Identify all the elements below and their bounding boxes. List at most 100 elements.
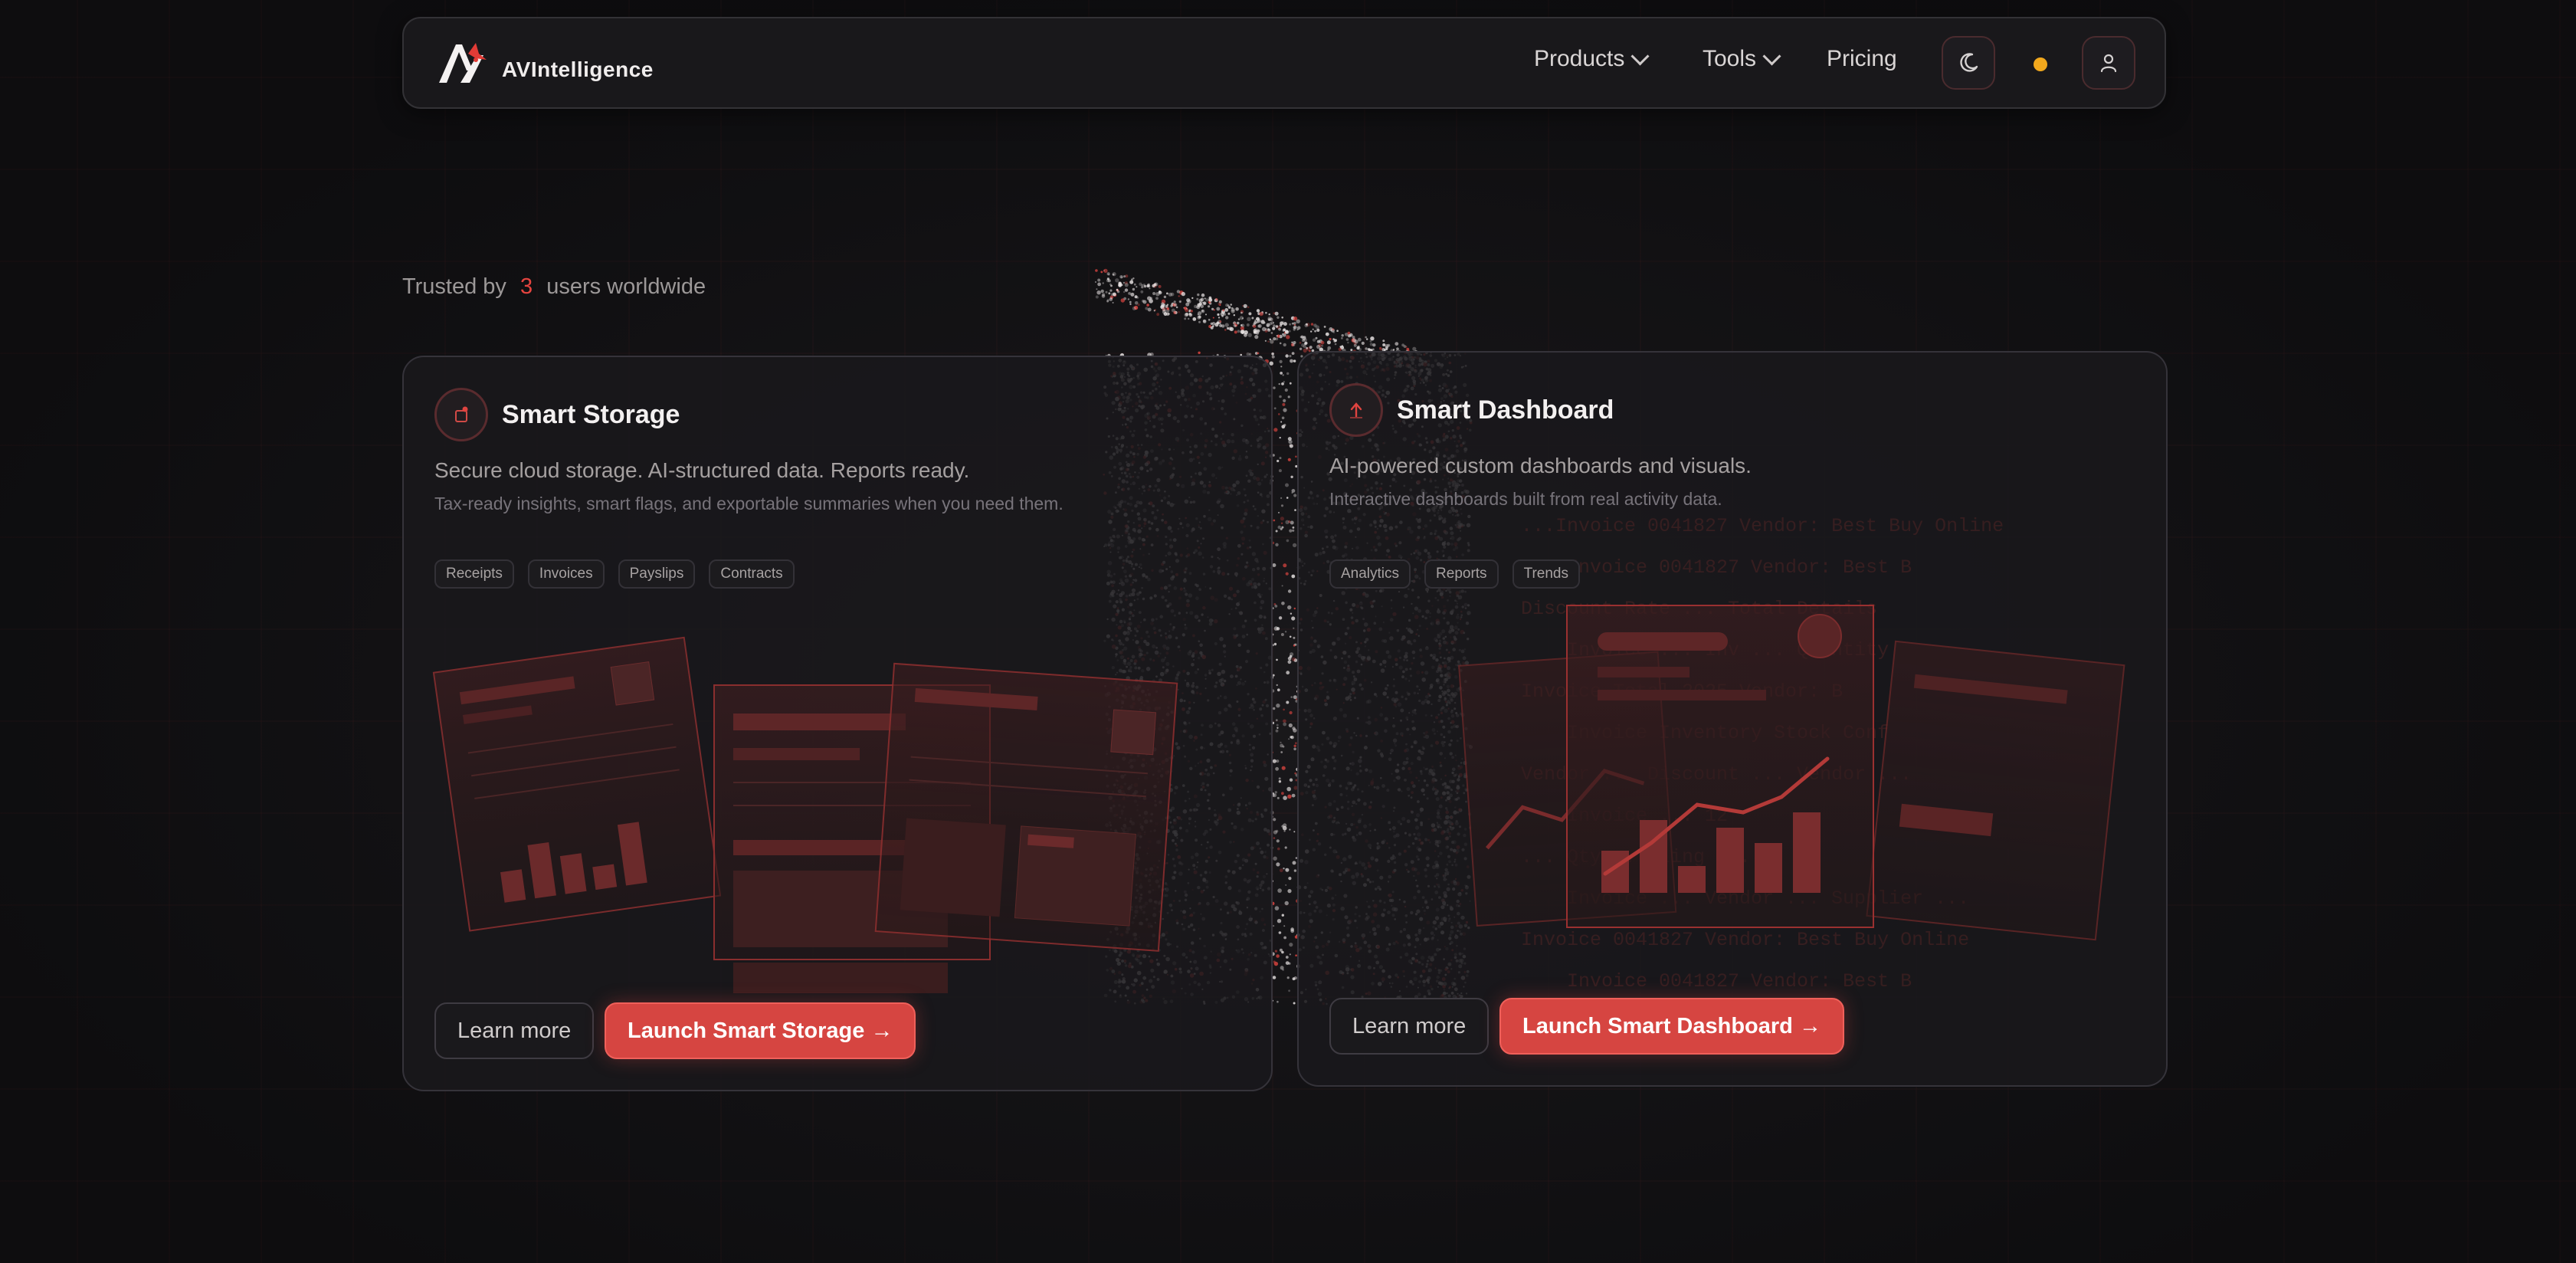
particle-dot xyxy=(1264,340,1267,342)
particle-dot xyxy=(1277,1000,1279,1003)
particle-dot xyxy=(1115,278,1119,283)
particle-dot xyxy=(1273,519,1276,522)
particle-dot xyxy=(1365,347,1368,350)
particle-dot xyxy=(1140,290,1144,294)
particle-dot xyxy=(1283,399,1286,402)
particle-dot xyxy=(1244,330,1248,335)
particle-dot xyxy=(1212,317,1214,319)
particle-dot xyxy=(1293,1002,1296,1005)
particle-dot xyxy=(1278,780,1282,783)
particle-dot xyxy=(1276,862,1280,867)
particle-dot xyxy=(1129,300,1132,303)
particle-dot xyxy=(1283,925,1286,927)
particle-dot xyxy=(1188,313,1193,317)
particle-dot xyxy=(1281,914,1284,917)
particle-dot xyxy=(1123,290,1126,294)
particle-dot xyxy=(1293,325,1297,330)
particle-dot xyxy=(1289,635,1292,638)
particle-dot xyxy=(1210,322,1213,325)
particle-dot xyxy=(1173,300,1176,303)
particle-dot xyxy=(1224,329,1227,331)
particle-dot xyxy=(1103,268,1108,274)
particle-dot xyxy=(1281,425,1286,429)
particle-dot xyxy=(1280,751,1283,753)
particle-dot xyxy=(1237,318,1240,320)
particle-dot xyxy=(1282,374,1284,376)
particle-dot xyxy=(1287,395,1290,399)
particle-dot xyxy=(1299,341,1302,344)
particle-dot xyxy=(1097,278,1101,282)
particle-dot xyxy=(1287,656,1292,661)
particle-dot xyxy=(1198,315,1201,319)
particle-dot xyxy=(1323,326,1326,328)
particle-dot xyxy=(1289,382,1292,385)
particle-dot xyxy=(1185,307,1188,310)
particle-dot xyxy=(1283,868,1285,870)
particle-dot xyxy=(1280,372,1283,375)
particle-dot xyxy=(1191,297,1194,300)
particle-dot xyxy=(1366,338,1368,340)
particle-dot xyxy=(1316,328,1320,332)
particle-dot xyxy=(1224,323,1229,327)
particle-dot xyxy=(1272,976,1277,979)
particle-dot xyxy=(1166,303,1169,306)
particle-dot xyxy=(1280,743,1283,748)
particle-dot xyxy=(1264,328,1268,331)
particle-dot xyxy=(1285,572,1289,576)
particle-dot xyxy=(1278,469,1282,473)
particle-dot xyxy=(1276,704,1280,708)
particle-dot xyxy=(1352,336,1355,339)
particle-dot xyxy=(1286,497,1289,499)
particle-dot xyxy=(1208,297,1213,302)
particle-dot xyxy=(1155,292,1160,297)
particle-dot xyxy=(1280,366,1283,368)
particle-dot xyxy=(1234,324,1237,327)
particle-dot xyxy=(1124,283,1129,287)
particle-dot xyxy=(1283,719,1286,723)
particle-dot xyxy=(1265,311,1267,314)
particle-dot xyxy=(1275,530,1278,533)
particle-dot xyxy=(1278,777,1281,780)
particle-dot xyxy=(1095,269,1098,272)
particle-dot xyxy=(1310,330,1313,333)
particle-dot xyxy=(1119,283,1122,286)
particle-dot xyxy=(1281,333,1284,336)
particle-dot xyxy=(1287,889,1292,894)
particle-dot xyxy=(1141,285,1144,289)
particle-dot xyxy=(1289,529,1293,533)
particle-dot xyxy=(1285,961,1290,965)
particle-dot xyxy=(1289,943,1293,947)
particle-dot xyxy=(1178,311,1180,313)
particle-dot xyxy=(1247,317,1251,321)
particle-dot xyxy=(1292,727,1296,730)
particle-dot xyxy=(1278,931,1282,934)
particle-dot xyxy=(1188,310,1191,313)
particle-dot xyxy=(1274,605,1278,608)
particle-dot xyxy=(1283,343,1286,347)
particle-dot xyxy=(1277,688,1280,692)
particle-dot xyxy=(1345,338,1349,341)
particle-dot xyxy=(1293,747,1296,751)
particle-dot xyxy=(1190,310,1193,313)
particle-dot xyxy=(1173,303,1178,307)
particle-dot xyxy=(1279,342,1282,345)
particle-dot xyxy=(1113,292,1116,297)
particle-dot xyxy=(1102,282,1104,284)
particle-dot xyxy=(1256,317,1260,321)
particle-dot xyxy=(1201,309,1205,313)
particle-dot xyxy=(1315,336,1318,340)
particle-dot xyxy=(1257,324,1260,328)
particle-dot xyxy=(1283,722,1287,727)
particle-dot xyxy=(1320,340,1325,345)
particle-dot xyxy=(1102,293,1106,297)
particle-dot xyxy=(1272,563,1277,567)
particle-dot xyxy=(1278,327,1281,331)
particle-dot xyxy=(1303,344,1306,349)
particle-dot xyxy=(1178,295,1180,297)
particle-dot xyxy=(1161,303,1165,308)
particle-dot xyxy=(1220,312,1224,317)
particle-dot xyxy=(1230,303,1232,306)
particle-dot xyxy=(1260,320,1265,323)
particle-dot xyxy=(1257,352,1260,355)
particle-dot xyxy=(1287,458,1291,461)
